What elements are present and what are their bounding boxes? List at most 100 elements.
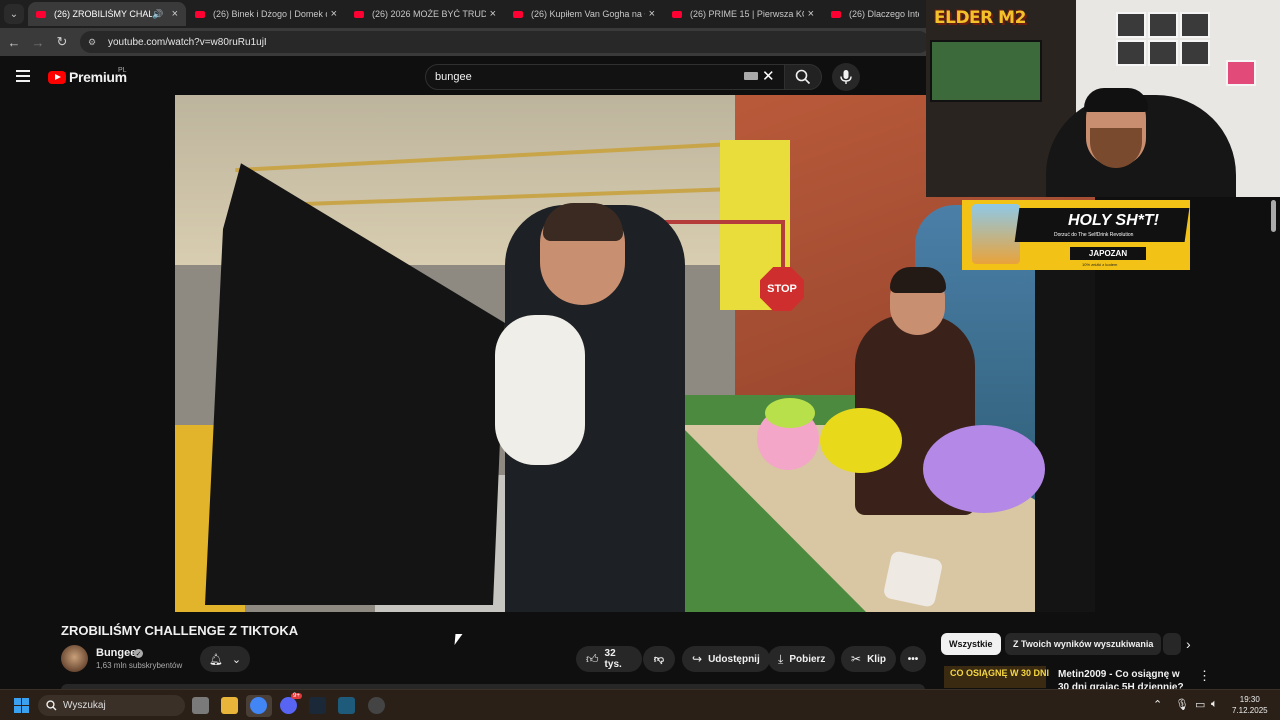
region-code: PL — [118, 67, 127, 74]
chip-all[interactable]: Wszystkie — [941, 633, 1001, 655]
youtube-favicon-icon — [831, 10, 841, 18]
taskbar-search[interactable]: Wyszukaj — [38, 695, 185, 716]
person-foreground-hair — [543, 203, 623, 241]
person-background-hair — [890, 267, 946, 293]
ad-subtitle: Dorzuć do The SelfDrink Revolution — [1054, 232, 1134, 238]
aquarium — [930, 40, 1042, 102]
tab-2026[interactable]: (26) 2026 MOŻE BYĆ TRUDNY × — [346, 2, 504, 26]
youtube-favicon-icon — [195, 10, 205, 18]
task-view-icon[interactable] — [192, 697, 209, 714]
download-label: Pobierz — [789, 653, 826, 665]
discord-icon[interactable] — [280, 697, 297, 714]
tab-van-gogh[interactable]: (26) Kupiłem Van Gogha na Ch × — [505, 2, 663, 26]
search-button[interactable] — [784, 64, 822, 90]
close-tab-icon[interactable]: × — [331, 8, 337, 20]
tab-title: (26) Kupiłem Van Gogha na Ch — [531, 9, 645, 19]
close-tab-icon[interactable]: × — [490, 8, 496, 20]
chrome-icon[interactable] — [250, 697, 267, 714]
hamburger-menu-icon[interactable] — [16, 70, 30, 82]
balloon-purple — [923, 425, 1045, 513]
volume-icon[interactable]: 🔈︎ — [1211, 698, 1218, 711]
search-input[interactable]: bungee — [425, 64, 785, 90]
close-tab-icon[interactable]: × — [649, 8, 655, 20]
phone-on-table — [882, 550, 944, 608]
clear-search-icon[interactable]: ✕ — [762, 67, 775, 85]
youtube-header: Premium PL bungee ✕ — [0, 56, 930, 96]
tab-title: (26) PRIME 15 | Pierwsza KONF — [690, 9, 804, 19]
discord-badge: 9+ — [291, 693, 302, 699]
more-vertical-icon[interactable]: ⋮ — [1198, 668, 1211, 684]
download-button[interactable]: ⤓ Pobierz — [768, 646, 836, 672]
chevron-down-icon: ⌄ — [231, 653, 242, 666]
chevron-up-icon[interactable]: ⌃ — [1153, 698, 1162, 711]
youtube-play-logo-icon — [48, 70, 66, 84]
steam-icon[interactable] — [309, 697, 326, 714]
like-button[interactable]: 👍︎ 32 tys. — [576, 646, 642, 672]
chip-next[interactable] — [1163, 633, 1181, 655]
verified-icon: ✓ — [134, 649, 143, 658]
download-icon: ⤓ — [778, 651, 784, 666]
keyboard-icon[interactable] — [744, 72, 758, 80]
chip-from-search[interactable]: Z Twoich wyników wyszukiwania — [1005, 633, 1162, 655]
mouse-cursor-icon — [454, 634, 463, 645]
clip-button[interactable]: ✂ Klip — [841, 646, 896, 672]
more-horizontal-icon: ••• — [907, 653, 919, 665]
chip-label: Z Twoich wyników wyszukiwania — [1013, 639, 1154, 649]
tab-binek[interactable]: (26) Binek i Dżogo | Domek dla × — [187, 2, 345, 26]
app-icon[interactable] — [338, 697, 355, 714]
person-right-silhouette — [1035, 265, 1095, 612]
youtube-favicon-icon — [672, 10, 682, 18]
youtube-favicon-icon — [36, 10, 46, 18]
back-arrow-icon[interactable]: ← — [6, 34, 22, 50]
network-icon[interactable]: ▭ — [1195, 698, 1205, 711]
streamer-logo: ELDER M2 — [934, 8, 1026, 28]
tab-prime[interactable]: (26) PRIME 15 | Pierwsza KONF × — [664, 2, 822, 26]
tab-zrobilismy[interactable]: (26) ZROBILIŚMY CHALLENGE 🔊 × — [28, 2, 186, 26]
more-actions-button[interactable]: ••• — [900, 646, 926, 672]
youtube-favicon-icon — [513, 10, 523, 18]
tab-search-menu-button[interactable]: ⌄ — [4, 4, 24, 24]
ad-code: JAPOZAN — [1070, 247, 1146, 260]
file-explorer-icon[interactable] — [221, 697, 238, 714]
scissors-icon: ✂ — [851, 652, 862, 666]
close-tab-icon[interactable]: × — [172, 8, 178, 20]
channel-avatar[interactable] — [61, 645, 88, 672]
tab-internet[interactable]: (26) Dlaczego Internet Z — [823, 2, 927, 26]
close-tab-icon[interactable]: × — [808, 8, 814, 20]
channel-name[interactable]: Bungee — [96, 647, 136, 659]
bell-icon: 🔔︎ — [208, 653, 223, 666]
chevron-right-icon[interactable]: › — [1186, 636, 1191, 652]
chip-label: Wszystkie — [949, 639, 993, 649]
video-title: ZROBILIŚMY CHALLENGE Z TIKTOKA — [61, 623, 299, 638]
streamer-webcam — [926, 0, 1280, 197]
obs-icon[interactable] — [368, 697, 385, 714]
recommendation-title[interactable]: Metin2009 - Co osiągnę w 30 dni grając 5… — [1058, 668, 1188, 690]
windows-start-icon[interactable] — [14, 698, 29, 713]
voice-search-button[interactable] — [832, 63, 860, 91]
address-bar[interactable]: ⚙ youtube.com/watch?v=w80ruRu1ujI — [80, 31, 930, 53]
site-info-icon[interactable]: ⚙ — [88, 37, 100, 47]
forward-arrow-icon[interactable]: → — [30, 34, 46, 50]
windows-taskbar: Wyszukaj 9+ ⌃ 🎙︎ ▭ 🔈︎ 19:30 7.12.2025 — [0, 689, 1280, 720]
ad-note: 10% zniżki z kodem — [1082, 262, 1118, 267]
reload-icon[interactable]: ↻ — [54, 34, 70, 50]
chevron-down-icon: ⌄ — [9, 8, 19, 20]
sponsor-banner: HOLY SH*T! Dorzuć do The SelfDrink Revol… — [962, 200, 1190, 270]
like-count: 32 tys. — [604, 648, 622, 670]
notifications-button[interactable]: 🔔︎ ⌄ — [200, 646, 250, 672]
tab-title: (26) Binek i Dżogo | Domek dla — [213, 9, 327, 19]
share-button[interactable]: ↪ Udostępnij — [682, 646, 770, 672]
share-arrow-icon: ↪ — [692, 652, 703, 666]
search-query: bungee — [435, 71, 472, 83]
system-clock[interactable]: 19:30 7.12.2025 — [1232, 694, 1268, 716]
youtube-premium-logo[interactable]: Premium — [48, 69, 127, 85]
microphone-tray-icon[interactable]: 🎙︎ — [1175, 698, 1189, 711]
tab-title: (26) Dlaczego Internet Z — [849, 9, 919, 19]
dislike-button[interactable]: 👎︎ — [643, 646, 675, 672]
speaker-icon[interactable]: 🔊 — [152, 9, 163, 20]
ad-title: HOLY SH*T! — [1068, 212, 1159, 229]
subscriber-count: 1,63 mln subskrybentów — [96, 661, 183, 670]
thumbnail-text: CO OSIĄGNĘ W 30 DNI — [950, 668, 1050, 678]
page-scrollbar[interactable] — [1271, 200, 1276, 232]
product-image — [972, 204, 1020, 264]
